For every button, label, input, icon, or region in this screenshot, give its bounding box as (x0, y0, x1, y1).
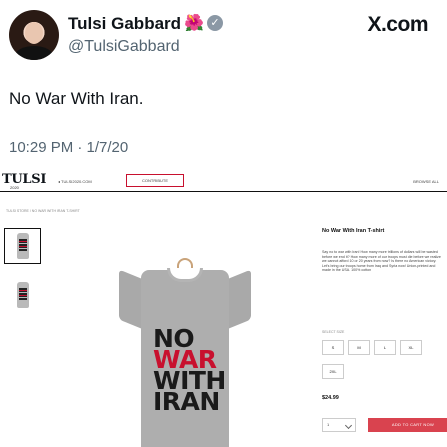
size-options: S M L XL (322, 340, 422, 355)
thumbnail-shirt-icon (16, 282, 29, 308)
avatar-face (25, 22, 43, 44)
shirt-print-line4: IRAN (153, 387, 220, 416)
product-title: No War With Iran T-shirt (322, 228, 385, 234)
size-option-xl[interactable]: XL (400, 340, 422, 355)
product-main-image[interactable]: NO WAR WITH IRAN (115, 220, 255, 447)
size-option-s[interactable]: S (322, 340, 344, 355)
store-screenshot: TULSI 2020 ◂ TULSI2020.COM CONTRIBUTE BR… (0, 170, 447, 447)
product-price: $24.99 (322, 395, 339, 401)
select-size-label: SELECT SIZE (322, 330, 345, 334)
hibiscus-emoji-icon: 🌺 (184, 15, 204, 32)
verified-badge-icon: ✓ (207, 15, 223, 31)
store-logo[interactable]: TULSI (2, 172, 46, 187)
tshirt-image: NO WAR WITH IRAN (119, 268, 251, 447)
source-logo: X.com (367, 13, 428, 36)
author-handle[interactable]: @TulsiGabbard (68, 38, 180, 56)
add-to-cart-button[interactable]: ADD TO CART NOW (368, 418, 447, 432)
tweet-text: No War With Iran. (9, 89, 144, 108)
product-description: Say no to war with Iran! How many more t… (322, 250, 441, 273)
size-option-l[interactable]: L (374, 340, 396, 355)
size-option-2xl[interactable]: 2XL (322, 364, 344, 379)
thumbnail-shirt-icon (16, 233, 29, 259)
product-thumbnail-front[interactable] (4, 228, 41, 264)
quantity-select[interactable]: 1 (322, 418, 356, 432)
breadcrumb[interactable]: TULSI STORE / NO WAR WITH IRAN T-SHIRT (6, 209, 80, 213)
tweet-timestamp[interactable]: 10:29 PM · 1/7/20 (9, 139, 128, 156)
tweet-header: Tulsi Gabbard 🌺 ✓ @TulsiGabbard X.com (0, 0, 447, 80)
product-thumbnail-back[interactable] (7, 278, 38, 312)
author-name[interactable]: Tulsi Gabbard (68, 14, 181, 34)
product-info: No War With Iran T-shirt Say no to war w… (322, 170, 447, 447)
contribute-button[interactable]: CONTRIBUTE (126, 174, 184, 187)
shirt-print-text: NO WAR WITH IRAN (153, 326, 226, 416)
avatar[interactable] (9, 10, 59, 60)
store-logo-year: 2020 (10, 185, 19, 190)
store-site-link[interactable]: ◂ TULSI2020.COM (58, 179, 92, 184)
size-option-m[interactable]: M (348, 340, 370, 355)
avatar-shoulder (15, 46, 53, 60)
